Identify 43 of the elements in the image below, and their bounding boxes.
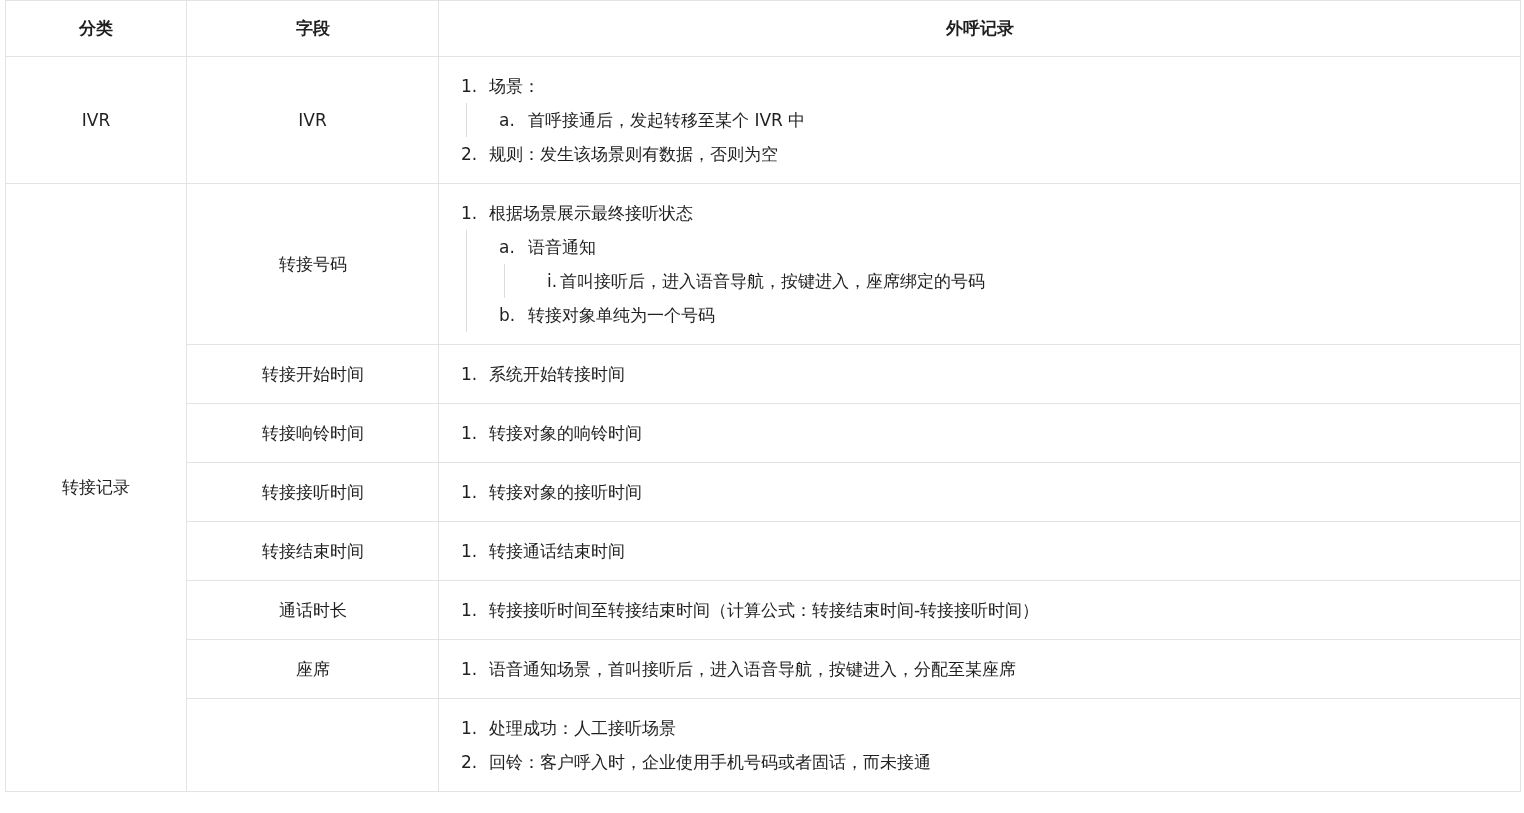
column-header: 分类 [5, 0, 187, 57]
list-marker: 1. [461, 363, 479, 386]
list-text: 语音通知 [528, 236, 596, 259]
table-cell: 转接结束时间 [186, 521, 439, 581]
list-text: 首叫接听后，进入语音导航，按键进入，座席绑定的号码 [560, 270, 985, 293]
list-text: 回铃：客户呼入时，企业使用手机号码或者固话，而未接通 [489, 751, 931, 774]
column-header: 外呼记录 [438, 0, 1521, 57]
list-marker: b. [499, 304, 517, 327]
list-text: 转接对象的响铃时间 [489, 422, 642, 445]
table-cell: 转接开始时间 [186, 344, 439, 404]
table-cell: 座席 [186, 639, 439, 699]
list-marker: i. [547, 270, 559, 293]
list-marker: a. [499, 109, 516, 132]
list-text: 转接通话结束时间 [489, 540, 625, 563]
list-marker: 2. [461, 143, 479, 166]
list-marker: 1. [461, 599, 479, 622]
list-marker: 1. [461, 540, 479, 563]
table-cell: IVR [5, 56, 187, 184]
list-text: 语音通知场景，首叫接听后，进入语音导航，按键进入，分配至某座席 [489, 658, 1016, 681]
list-text: 处理成功：人工接听场景 [489, 717, 676, 740]
list-marker: a. [499, 236, 516, 259]
table-cell: 转接响铃时间 [186, 403, 439, 463]
table-cell: 转接记录 [5, 183, 187, 792]
list-text: 系统开始转接时间 [489, 363, 625, 386]
list-text: 转接对象单纯为一个号码 [528, 304, 715, 327]
list-marker: 1. [461, 658, 479, 681]
list-marker: 1. [461, 481, 479, 504]
list-text: 规则：发生该场景则有数据，否则为空 [489, 143, 778, 166]
table-cell: IVR [186, 56, 439, 184]
list-text: 转接对象的接听时间 [489, 481, 642, 504]
list-text: 根据场景展示最终接听状态 [489, 202, 693, 225]
column-header: 字段 [186, 0, 439, 57]
list-text: 转接接听时间至转接结束时间（计算公式：转接结束时间-转接接听时间） [489, 599, 1040, 622]
list-marker: 1. [461, 75, 479, 98]
table-cell: 转接号码 [186, 183, 439, 345]
list-text: 首呼接通后，发起转移至某个 IVR 中 [528, 109, 806, 132]
list-marker: 2. [461, 751, 479, 774]
table-cell: 转接接听时间 [186, 462, 439, 522]
list-marker: 1. [461, 202, 479, 225]
list-text: 场景： [489, 75, 540, 98]
table-cell: 通话时长 [186, 580, 439, 640]
list-marker: 1. [461, 422, 479, 445]
list-marker: 1. [461, 717, 479, 740]
